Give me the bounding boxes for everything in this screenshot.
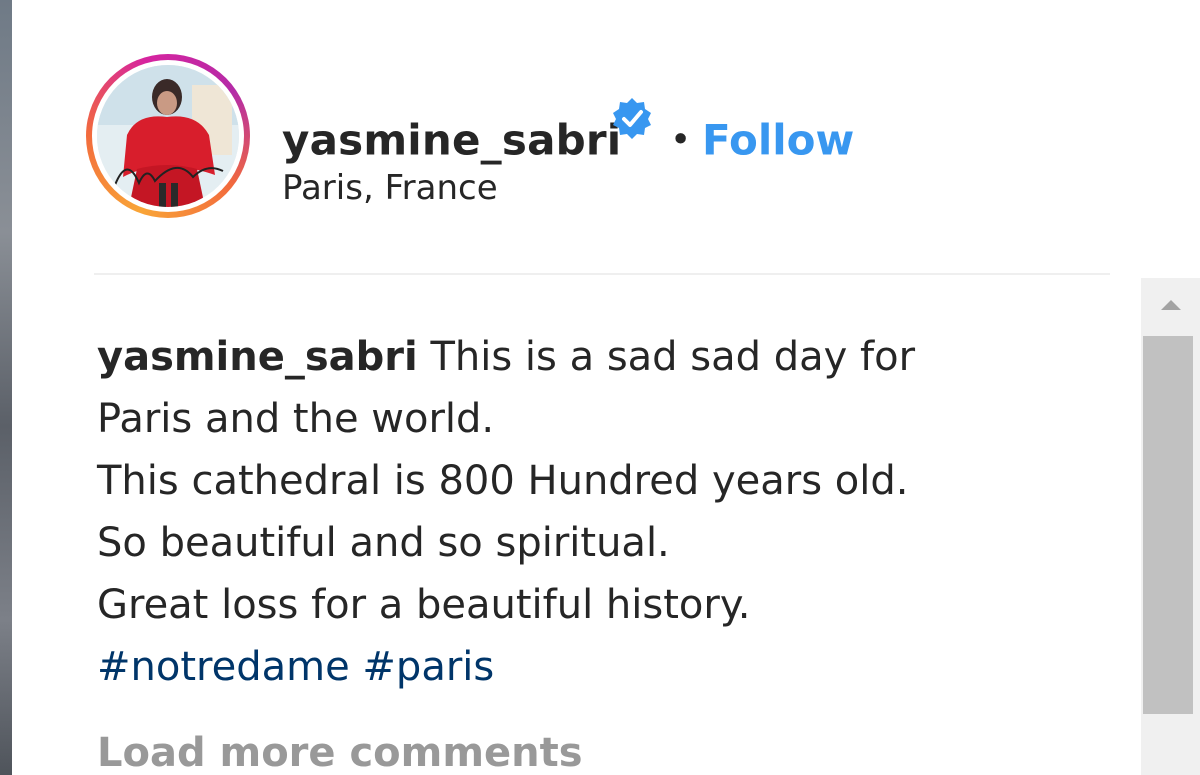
comments-scrollbar[interactable] <box>1141 278 1200 775</box>
background-photo-edge <box>0 0 12 775</box>
post-username[interactable]: yasmine_sabri <box>282 116 621 165</box>
hashtag-line: #notredame #paris <box>97 636 1127 698</box>
post-location[interactable]: Paris, France <box>282 168 498 208</box>
caption-line: Paris and the world. <box>97 396 495 442</box>
verified-badge-icon <box>613 98 651 139</box>
avatar-image <box>97 65 239 207</box>
avatar[interactable] <box>97 65 239 207</box>
hashtag-link[interactable]: #paris <box>362 644 494 690</box>
hashtag-link[interactable]: #notredame <box>97 644 350 690</box>
story-ring[interactable] <box>86 54 250 218</box>
caption-line: So beautiful and so spiritual. <box>97 520 670 566</box>
load-more-comments-button[interactable]: Load more comments <box>97 730 583 775</box>
scroll-thumb[interactable] <box>1143 336 1193 714</box>
caption-line: This cathedral is 800 Hundred years old. <box>97 458 909 504</box>
caption-username[interactable]: yasmine_sabri <box>97 334 418 380</box>
scroll-up-button[interactable] <box>1141 278 1200 334</box>
header-divider <box>94 273 1110 275</box>
caption-line: yasmine_sabri This is a sad sad day for <box>97 326 1127 388</box>
post-header: yasmine_sabri • Follow Paris, France <box>86 54 1106 219</box>
scroll-up-arrow-icon <box>1160 300 1181 310</box>
caption-line: Great loss for a beautiful history. <box>97 582 751 628</box>
instagram-post-panel: yasmine_sabri • Follow Paris, France yas… <box>0 0 1200 775</box>
separator-dot: • <box>670 119 692 161</box>
caption-text: This is a sad sad day for <box>430 334 916 380</box>
post-caption: yasmine_sabri This is a sad sad day for … <box>97 326 1127 698</box>
follow-button[interactable]: Follow <box>702 116 854 165</box>
